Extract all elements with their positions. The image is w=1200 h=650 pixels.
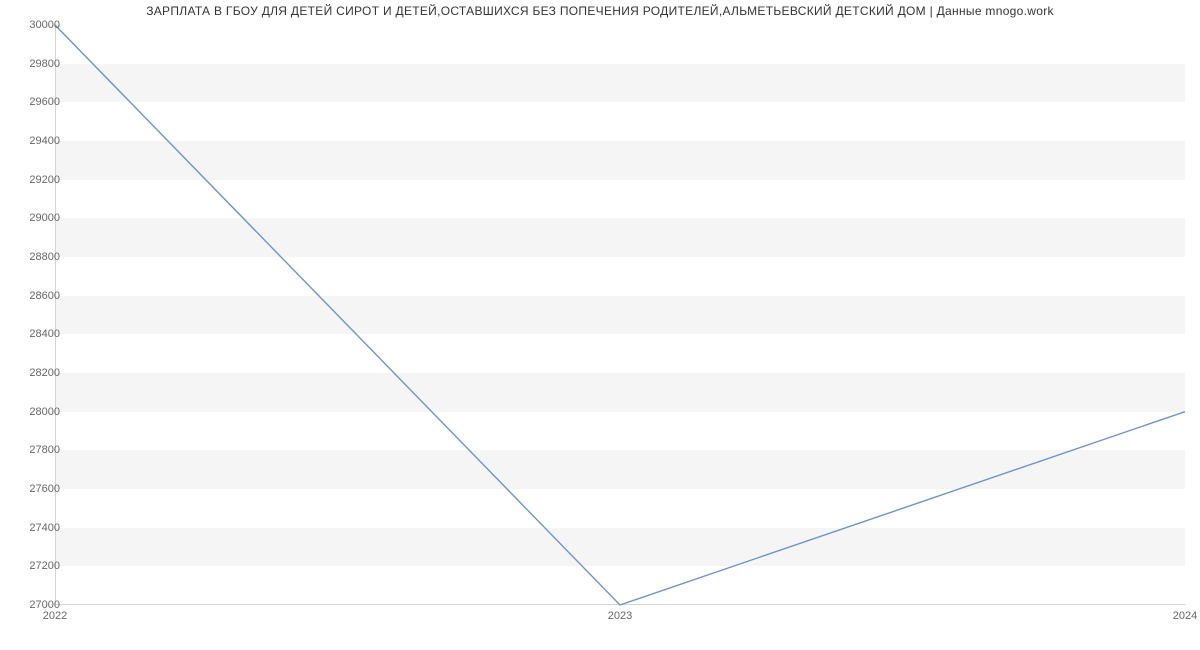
x-tick-label: 2022 bbox=[43, 610, 67, 622]
y-tick-label: 27800 bbox=[15, 444, 60, 456]
y-tick-label: 28200 bbox=[15, 367, 60, 379]
y-tick-label: 29000 bbox=[15, 212, 60, 224]
y-tick-label: 29400 bbox=[15, 135, 60, 147]
y-tick-label: 28800 bbox=[15, 251, 60, 263]
chart-title: ЗАРПЛАТА В ГБОУ ДЛЯ ДЕТЕЙ СИРОТ И ДЕТЕЙ,… bbox=[0, 4, 1200, 18]
line-series bbox=[55, 25, 1185, 605]
y-tick-label: 29800 bbox=[15, 58, 60, 70]
y-tick-label: 30000 bbox=[15, 19, 60, 31]
chart-container: ЗАРПЛАТА В ГБОУ ДЛЯ ДЕТЕЙ СИРОТ И ДЕТЕЙ,… bbox=[0, 0, 1200, 650]
y-tick-label: 29600 bbox=[15, 96, 60, 108]
x-tick-label: 2024 bbox=[1173, 610, 1197, 622]
y-tick-label: 27200 bbox=[15, 560, 60, 572]
y-tick-label: 28000 bbox=[15, 406, 60, 418]
x-tick-label: 2023 bbox=[608, 610, 632, 622]
y-tick-label: 28600 bbox=[15, 290, 60, 302]
series-line bbox=[55, 25, 1185, 605]
y-tick-label: 28400 bbox=[15, 328, 60, 340]
y-tick-label: 27600 bbox=[15, 483, 60, 495]
plot-area bbox=[55, 25, 1185, 605]
y-tick-label: 27400 bbox=[15, 522, 60, 534]
y-tick-label: 29200 bbox=[15, 174, 60, 186]
